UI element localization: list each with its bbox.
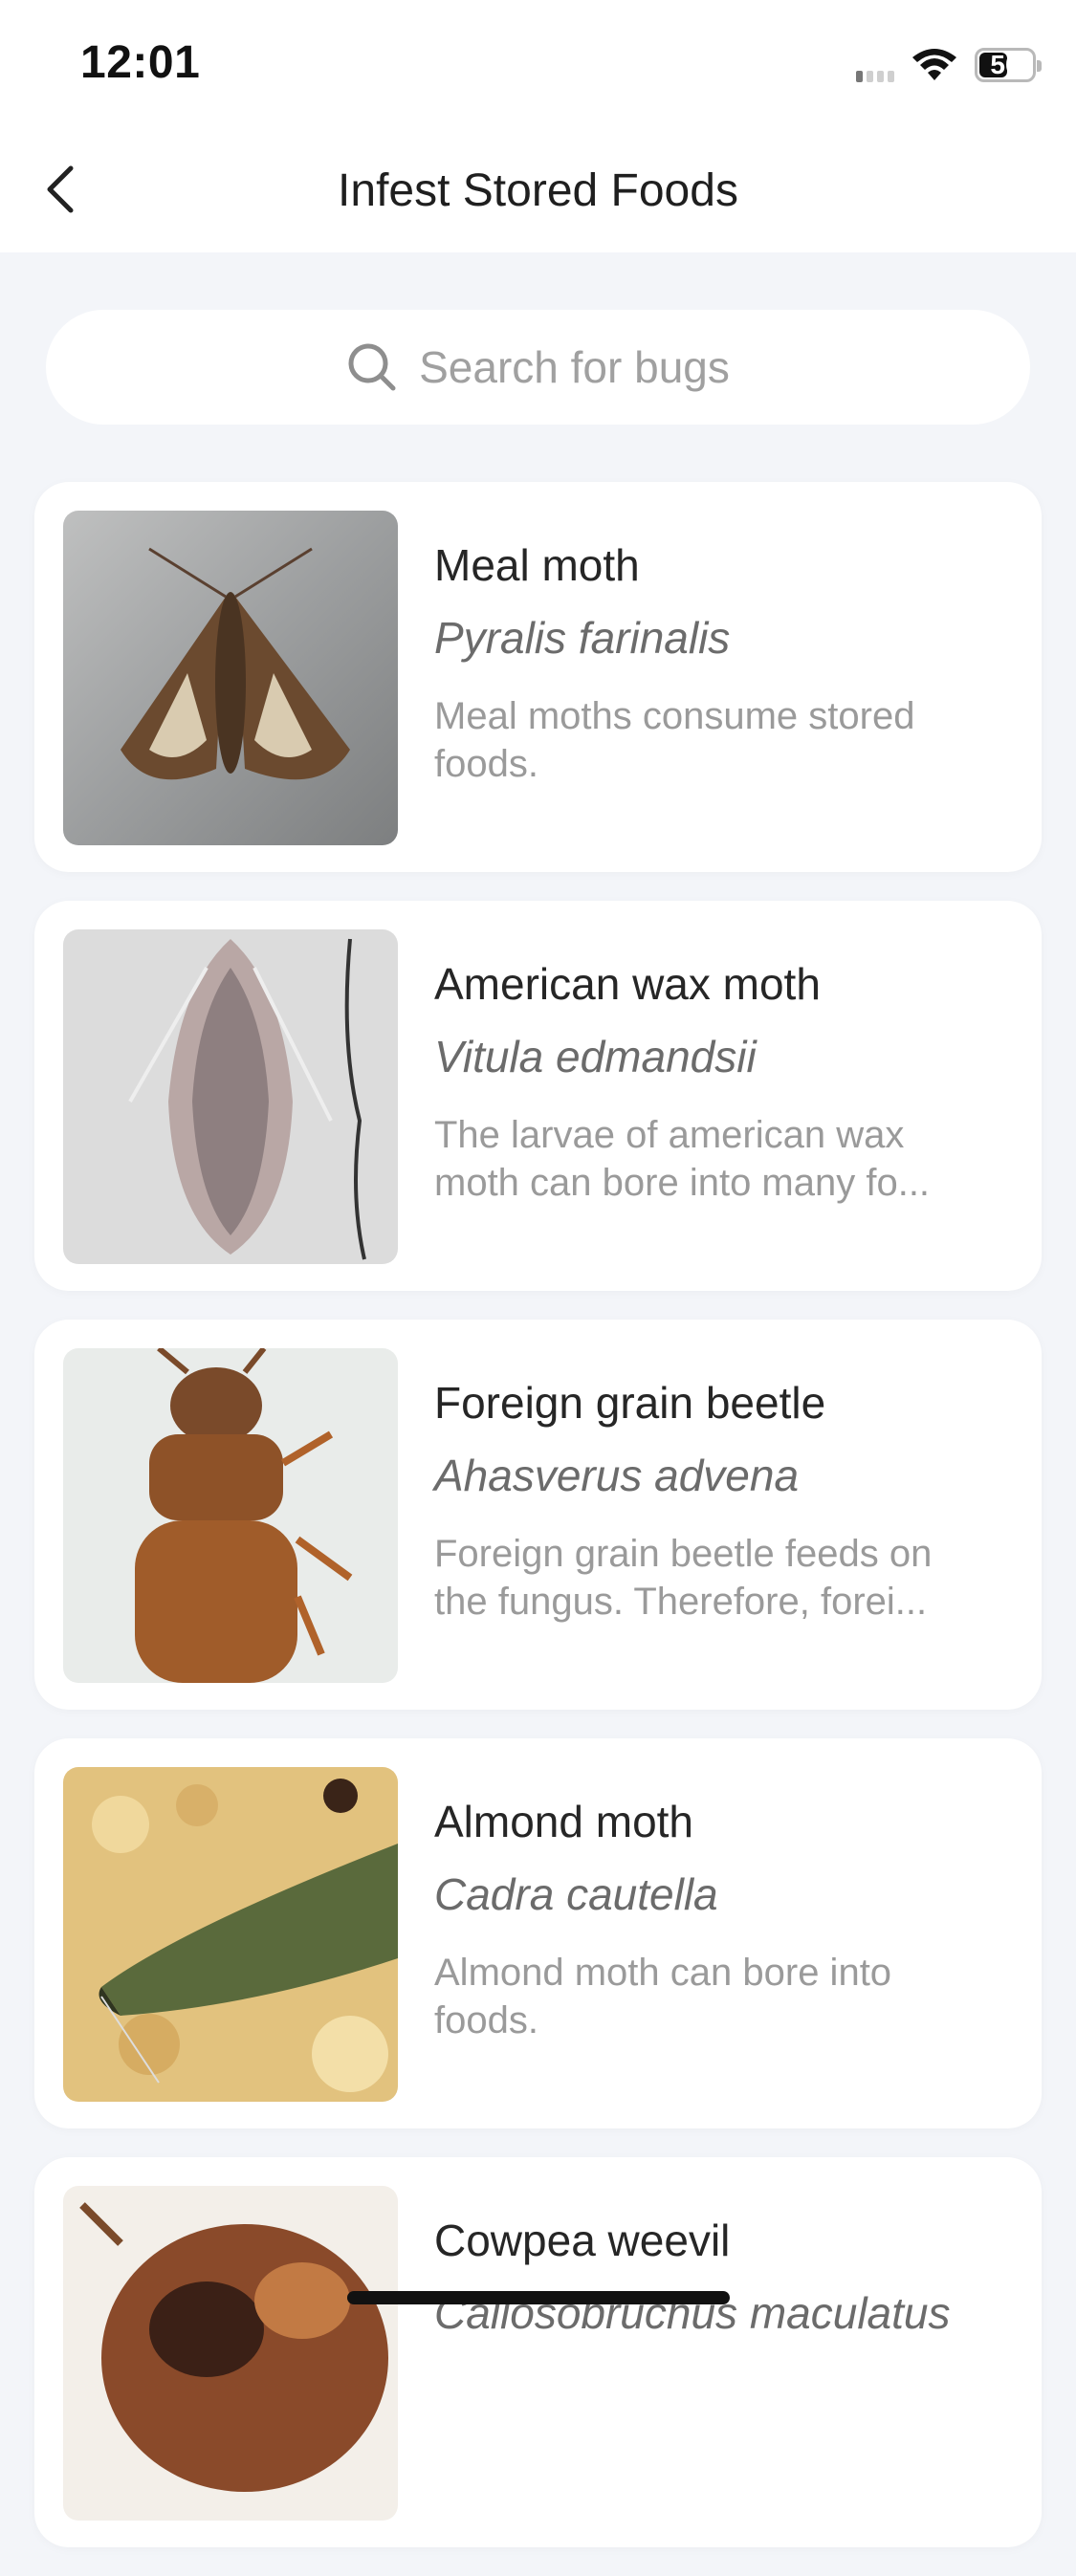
bug-card-american-wax-moth[interactable]: American wax moth Vitula edmandsii The l… [34, 901, 1042, 1291]
bug-scientific-name: Ahasverus advena [434, 1451, 800, 1500]
search-placeholder: Search for bugs [419, 342, 730, 392]
bug-description: Almond moth can bore into foods. [434, 1952, 892, 2041]
bug-scientific-name: Pyralis farinalis [434, 613, 731, 663]
wifi-icon [911, 48, 957, 82]
bug-description: Foreign grain beetle feeds on the fungus… [434, 1533, 933, 1623]
bug-description: The larvae of american wax moth can bore… [434, 1114, 931, 1204]
bug-common-name: American wax moth [434, 959, 821, 1009]
bug-photo [63, 1767, 398, 2102]
bug-photo [63, 929, 398, 1264]
bug-description: Meal moths consume stored foods. [434, 695, 915, 785]
bug-card-meal-moth[interactable]: Meal moth Pyralis farinalis Meal moths c… [34, 482, 1042, 872]
bug-card-foreign-grain-beetle[interactable]: Foreign grain beetle Ahasverus advena Fo… [34, 1320, 1042, 1710]
cellular-signal-icon [856, 48, 894, 82]
search-icon [346, 341, 398, 393]
page-title: Infest Stored Foods [338, 165, 738, 216]
status-indicators: 50 [856, 44, 1042, 86]
bug-common-name: Foreign grain beetle [434, 1378, 826, 1428]
bug-common-name: Meal moth [434, 540, 640, 590]
status-time: 12:01 [80, 37, 201, 88]
bug-list: Meal moth Pyralis farinalis Meal moths c… [34, 482, 1042, 2576]
bug-common-name: Almond moth [434, 1797, 694, 1846]
bug-common-name: Cowpea weevil [434, 2216, 731, 2265]
bug-card-cowpea-weevil[interactable]: Cowpea weevil Callosobruchus maculatus [34, 2157, 1042, 2547]
bug-scientific-name: Cadra cautella [434, 1869, 718, 1919]
home-indicator[interactable] [347, 2291, 730, 2304]
bug-photo [63, 2186, 398, 2521]
bug-card-almond-moth[interactable]: Almond moth Cadra cautella Almond moth c… [34, 1738, 1042, 2128]
search-input[interactable]: Search for bugs [46, 310, 1030, 425]
battery-icon: 50 [975, 48, 1042, 82]
bug-scientific-name: Vitula edmandsii [434, 1032, 757, 1081]
status-bar: 12:01 50 [0, 0, 1076, 126]
battery-level: 50 [990, 50, 1021, 79]
navigation-bar: Infest Stored Foods [0, 126, 1076, 252]
bug-photo [63, 1348, 398, 1683]
bug-photo [63, 511, 398, 845]
